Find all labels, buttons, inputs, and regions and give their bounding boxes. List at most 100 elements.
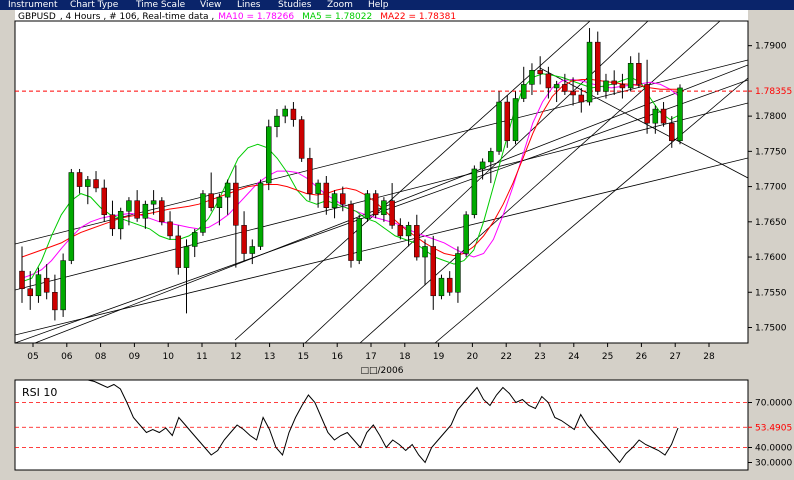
candle-body xyxy=(200,193,206,233)
current-price-label: 1.78355 xyxy=(755,87,792,97)
candle-body xyxy=(224,182,231,198)
candle[interactable] xyxy=(677,84,683,145)
candle-body xyxy=(134,200,140,219)
candle-body xyxy=(545,73,552,89)
time-tick-label: 05 xyxy=(27,352,38,362)
candle-body xyxy=(323,182,330,208)
candle-body xyxy=(117,210,124,230)
candle-body xyxy=(372,193,379,216)
candle-body xyxy=(68,172,75,261)
time-tick-label: 24 xyxy=(568,352,580,362)
candle-body xyxy=(19,270,25,289)
candle-body xyxy=(446,277,453,293)
rsi-tick-label: 40.0000 xyxy=(755,444,792,454)
time-tick-label: 13 xyxy=(264,352,275,362)
candle-body xyxy=(463,214,469,254)
candle-body xyxy=(405,225,412,237)
candle[interactable] xyxy=(257,179,264,250)
candle-body xyxy=(101,187,107,216)
candle-body xyxy=(553,84,560,89)
time-tick-label: 22 xyxy=(500,352,511,362)
menu-help[interactable]: Help xyxy=(368,0,389,10)
candle-body xyxy=(109,214,116,230)
candle-body xyxy=(512,98,519,142)
candle-body xyxy=(183,246,190,268)
menu-chart-type[interactable]: Chart Type xyxy=(70,0,118,10)
candle-body xyxy=(150,200,157,205)
candle-body xyxy=(167,221,173,237)
candle-body xyxy=(257,182,264,247)
candle[interactable] xyxy=(348,200,354,268)
menu-zoom[interactable]: Zoom xyxy=(327,0,353,10)
candle-body xyxy=(35,274,42,297)
candle[interactable] xyxy=(298,116,305,162)
x-axis-label: □□/2006 xyxy=(361,366,404,376)
candle-body xyxy=(389,200,395,226)
time-tick-label: 23 xyxy=(534,352,545,362)
time-tick-label: 19 xyxy=(433,352,445,362)
candle-body xyxy=(471,168,478,216)
candle[interactable] xyxy=(504,94,511,148)
candle-body xyxy=(356,218,362,261)
candle-body xyxy=(636,63,642,85)
candle-body xyxy=(529,70,535,85)
candle[interactable] xyxy=(68,168,75,265)
candle-body xyxy=(660,108,667,124)
candle-body xyxy=(479,161,486,170)
candle-body xyxy=(266,126,272,184)
menu-studies[interactable]: Studies xyxy=(278,0,311,10)
price-tick-label: 1.7600 xyxy=(755,253,787,263)
candle-body xyxy=(43,277,50,293)
candle-body xyxy=(175,235,182,268)
candle-body xyxy=(27,288,33,297)
price-tick-label: 1.7800 xyxy=(755,112,787,122)
candle[interactable] xyxy=(356,214,362,265)
candle-body xyxy=(422,246,428,258)
candle-body xyxy=(430,246,436,297)
menu-instrument[interactable]: Instrument xyxy=(8,0,58,10)
menu-view[interactable]: View xyxy=(200,0,221,10)
candle[interactable] xyxy=(438,274,445,300)
candle[interactable] xyxy=(372,190,379,219)
candle-body xyxy=(282,108,288,117)
candle-body xyxy=(93,179,99,189)
candle[interactable] xyxy=(471,165,478,219)
candle-body xyxy=(562,84,568,92)
candle-body xyxy=(142,203,149,219)
time-tick-label: 27 xyxy=(669,352,680,362)
candle-body xyxy=(126,200,132,212)
candle-body xyxy=(619,84,626,89)
rsi-tick-label: 53.4905 xyxy=(755,423,792,433)
candle[interactable] xyxy=(512,91,519,145)
candle-body xyxy=(627,63,634,89)
candle[interactable] xyxy=(159,197,165,226)
candle-body xyxy=(60,260,66,311)
candle[interactable] xyxy=(463,211,469,258)
candle-body xyxy=(216,196,223,208)
candle-body xyxy=(208,193,214,208)
menu-lines[interactable]: Lines xyxy=(237,0,260,10)
candle[interactable] xyxy=(60,253,66,317)
rsi-plot-area[interactable] xyxy=(14,379,749,471)
menu-bar: Instrument Chart Type Time Scale View Li… xyxy=(0,0,794,10)
candle[interactable] xyxy=(266,119,272,191)
candle-body xyxy=(603,80,609,92)
time-tick-label: 18 xyxy=(399,352,411,362)
candle-body xyxy=(537,70,543,75)
candle-body xyxy=(397,225,404,237)
candle[interactable] xyxy=(200,190,206,236)
candle-body xyxy=(570,91,576,96)
candle-body xyxy=(331,193,338,208)
time-tick-label: 15 xyxy=(298,352,309,362)
candle[interactable] xyxy=(364,190,371,222)
candle-body xyxy=(274,115,280,127)
price-tick-label: 1.7550 xyxy=(755,288,787,298)
candle-body xyxy=(677,87,683,142)
candle-body xyxy=(52,292,58,311)
time-tick-label: 16 xyxy=(331,352,343,362)
candle-body xyxy=(644,84,650,124)
menu-time-scale[interactable]: Time Scale xyxy=(136,0,185,10)
time-tick-label: 11 xyxy=(196,352,207,362)
time-tick-label: 28 xyxy=(703,352,715,362)
candle-body xyxy=(578,94,585,103)
